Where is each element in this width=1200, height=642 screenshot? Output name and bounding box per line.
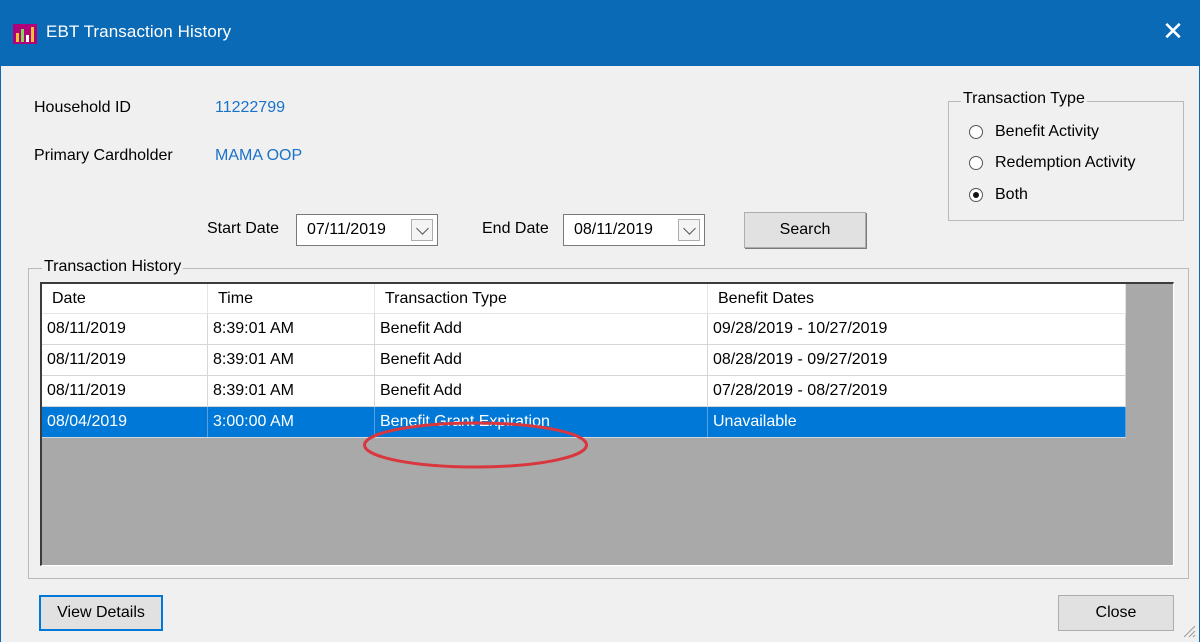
- start-date-picker[interactable]: 07/11/2019: [296, 214, 438, 246]
- transaction-history-list[interactable]: Date Time Transaction Type Benefit Dates…: [40, 282, 1174, 566]
- radio-redemption-activity[interactable]: Redemption Activity: [969, 152, 1136, 174]
- cell-benefit-dates: 08/28/2019 - 09/27/2019: [708, 345, 1126, 375]
- start-date-label: Start Date: [207, 220, 279, 238]
- cell-benefit-dates: 07/28/2019 - 08/27/2019: [708, 376, 1126, 406]
- radio-benefit-activity[interactable]: Benefit Activity: [969, 121, 1099, 143]
- close-button[interactable]: Close: [1058, 595, 1174, 631]
- start-date-dropdown-button[interactable]: [411, 219, 433, 241]
- transaction-type-legend: Transaction Type: [961, 90, 1087, 108]
- radio-label: Redemption Activity: [995, 154, 1136, 172]
- chevron-down-icon: [416, 222, 429, 235]
- resize-grip-icon[interactable]: [1182, 624, 1196, 638]
- list-header: Date Time Transaction Type Benefit Dates: [42, 284, 1126, 314]
- end-date-picker[interactable]: 08/11/2019: [563, 214, 705, 246]
- cell-transaction-type: Benefit Grant Expiration: [375, 407, 708, 437]
- column-header-benefit-dates[interactable]: Benefit Dates: [708, 284, 1126, 314]
- cell-time: 8:39:01 AM: [208, 345, 375, 375]
- radio-label: Both: [995, 186, 1028, 204]
- view-details-button[interactable]: View Details: [39, 595, 163, 631]
- window-title: EBT Transaction History: [46, 22, 231, 42]
- table-row[interactable]: 08/11/2019 8:39:01 AM Benefit Add 08/28/…: [42, 345, 1126, 376]
- radio-label: Benefit Activity: [995, 123, 1099, 141]
- start-date-value[interactable]: 07/11/2019: [307, 221, 386, 239]
- cell-time: 8:39:01 AM: [208, 376, 375, 406]
- radio-button-checked[interactable]: [969, 188, 983, 202]
- cell-time: 3:00:00 AM: [208, 407, 375, 437]
- column-header-transaction-type[interactable]: Transaction Type: [375, 284, 708, 314]
- cell-transaction-type: Benefit Add: [375, 345, 708, 375]
- table-row[interactable]: 08/11/2019 8:39:01 AM Benefit Add 09/28/…: [42, 314, 1126, 345]
- cell-date: 08/11/2019: [42, 314, 208, 344]
- cell-date: 08/11/2019: [42, 345, 208, 375]
- cell-time: 8:39:01 AM: [208, 314, 375, 344]
- chevron-down-icon: [683, 222, 696, 235]
- cell-benefit-dates: Unavailable: [708, 407, 1126, 437]
- close-window-icon[interactable]: ✕: [1156, 14, 1190, 48]
- radio-both[interactable]: Both: [969, 184, 1028, 206]
- search-button[interactable]: Search: [744, 212, 866, 248]
- table-row[interactable]: 08/11/2019 8:39:01 AM Benefit Add 07/28/…: [42, 376, 1126, 407]
- radio-button[interactable]: [969, 125, 983, 139]
- cell-benefit-dates: 09/28/2019 - 10/27/2019: [708, 314, 1126, 344]
- end-date-dropdown-button[interactable]: [678, 219, 700, 241]
- primary-cardholder-label: Primary Cardholder: [34, 147, 173, 165]
- app-icon: [13, 24, 37, 44]
- cell-transaction-type: Benefit Add: [375, 314, 708, 344]
- radio-button[interactable]: [969, 156, 983, 170]
- table-row-selected[interactable]: 08/04/2019 3:00:00 AM Benefit Grant Expi…: [42, 407, 1126, 438]
- cell-transaction-type: Benefit Add: [375, 376, 708, 406]
- household-id-value: 11222799: [215, 99, 285, 117]
- transaction-history-legend: Transaction History: [42, 258, 183, 276]
- column-header-date[interactable]: Date: [42, 284, 208, 314]
- household-id-label: Household ID: [34, 99, 131, 117]
- column-header-time[interactable]: Time: [208, 284, 375, 314]
- end-date-value[interactable]: 08/11/2019: [574, 221, 653, 239]
- title-bar: EBT Transaction History ✕: [0, 0, 1200, 66]
- primary-cardholder-value: MAMA OOP: [215, 147, 302, 165]
- cell-date: 08/04/2019: [42, 407, 208, 437]
- cell-date: 08/11/2019: [42, 376, 208, 406]
- end-date-label: End Date: [482, 220, 549, 238]
